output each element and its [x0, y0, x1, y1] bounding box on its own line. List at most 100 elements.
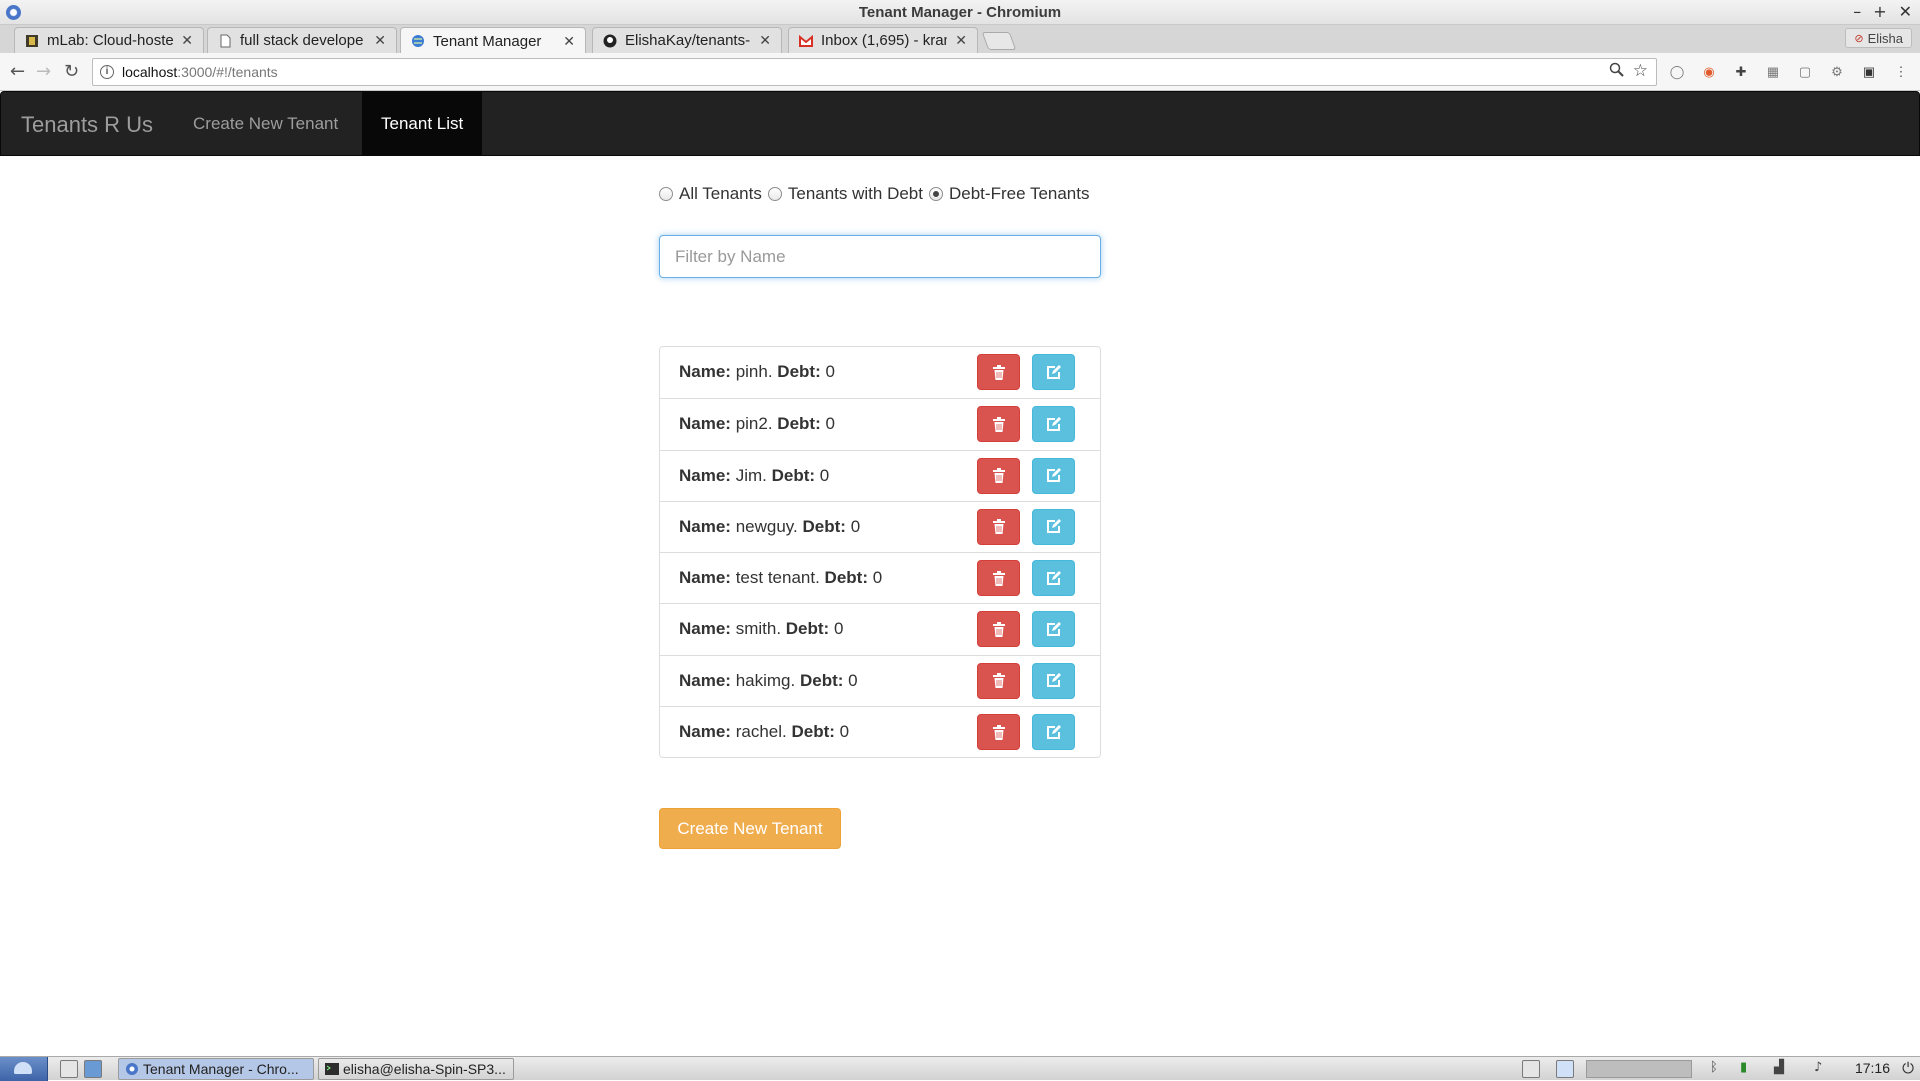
delete-tenant-button[interactable]	[977, 662, 1020, 699]
zoom-icon[interactable]	[1609, 62, 1624, 82]
task-terminal[interactable]: elisha@elisha-Spin-SP3...	[318, 1058, 514, 1080]
network-icon[interactable]: ▟	[1774, 1060, 1784, 1075]
bluetooth-icon[interactable]: ᛒ	[1710, 1060, 1718, 1075]
tab-mlab[interactable]: mLab: Cloud-hoste ✕	[14, 27, 204, 53]
tenant-list: Name: pinh. Debt: 0 Name: pin2. Debt: 0 Na…	[659, 346, 1101, 759]
tab-strip: mLab: Cloud-hoste ✕ full stack develope …	[0, 25, 1920, 54]
close-icon[interactable]: ✕	[955, 32, 967, 49]
nav-tenant-list[interactable]: Tenant List	[362, 92, 483, 155]
nav-create-new-tenant[interactable]: Create New Tenant	[174, 92, 357, 155]
debt-label: Debt:	[799, 670, 844, 690]
close-icon[interactable]: ✕	[563, 33, 575, 50]
maximize-button[interactable]: +	[1873, 2, 1886, 21]
back-arrow-icon[interactable]: ←	[10, 61, 25, 82]
name-label: Name:	[679, 722, 731, 742]
tab-gmail[interactable]: Inbox (1,695) - kram ✕	[788, 27, 978, 53]
extension-orange-icon[interactable]: ◉	[1700, 63, 1718, 81]
extension-p-icon[interactable]: ▣	[1860, 63, 1878, 81]
tenant-text: Name: Jim. Debt: 0	[679, 465, 830, 485]
tenant-name: pin2	[735, 414, 768, 434]
edit-icon	[1046, 468, 1061, 483]
radio-tenants-with-debt[interactable]	[767, 187, 782, 201]
tenant-row: Name: hakimg. Debt: 0	[660, 654, 1100, 706]
tenant-name: smith	[735, 619, 777, 639]
trash-icon	[992, 416, 1006, 432]
extension-square-icon[interactable]: ▢	[1796, 63, 1814, 81]
close-window-button[interactable]: ✕	[1899, 2, 1912, 21]
new-tab-button[interactable]	[981, 32, 1017, 50]
radio-all-tenants[interactable]	[659, 187, 673, 201]
navbar-brand[interactable]: Tenants R Us	[21, 112, 153, 138]
extension-circle-icon[interactable]: ◯	[1668, 63, 1686, 81]
forward-arrow-icon[interactable]: →	[36, 61, 51, 82]
desktop-icon[interactable]	[84, 1060, 102, 1078]
reload-icon[interactable]: ↻	[64, 61, 79, 82]
tenant-debt: 0	[848, 670, 858, 690]
profile-name: Elisha	[1867, 30, 1903, 46]
delete-tenant-button[interactable]	[977, 611, 1020, 648]
window-title: Tenant Manager - Chromium	[858, 4, 1062, 21]
chromium-tray-icon[interactable]	[1556, 1060, 1574, 1078]
tab-label: mLab: Cloud-hoste	[47, 32, 174, 49]
info-icon[interactable]: i	[100, 65, 114, 79]
tenant-debt: 0	[819, 465, 830, 485]
close-icon[interactable]: ✕	[759, 32, 771, 49]
globe-icon	[411, 34, 425, 48]
tenant-text: Name: pin2. Debt: 0	[679, 414, 835, 434]
tab-tenant-manager[interactable]: Tenant Manager ✕	[400, 27, 586, 54]
extension-gitzip-icon[interactable]: ▦	[1764, 63, 1782, 81]
window-controls: – + ✕	[1853, 2, 1912, 21]
debt-label: Debt:	[777, 414, 821, 434]
debt-filter-radios: All Tenants Tenants with Debt Debt-Free …	[659, 184, 1095, 204]
bookmark-star-icon[interactable]: ☆	[1633, 61, 1648, 81]
tab-full-stack[interactable]: full stack develope ✕	[207, 27, 397, 53]
address-bar[interactable]: i localhost:3000/#!/tenants ☆	[92, 58, 1657, 86]
extension-gear-icon[interactable]: ⚙	[1828, 63, 1846, 81]
edit-icon	[1046, 724, 1061, 740]
delete-tenant-button[interactable]	[977, 406, 1020, 443]
menu-dots-icon[interactable]: ⋮	[1892, 63, 1910, 81]
delete-tenant-button[interactable]	[977, 560, 1020, 597]
task-label: Tenant Manager - Chro...	[143, 1061, 299, 1077]
edit-tenant-button[interactable]	[1032, 354, 1075, 390]
tenant-debt: 0	[833, 619, 844, 639]
puzzle-icon[interactable]: ✚	[1732, 63, 1750, 81]
edit-tenant-button[interactable]	[1032, 457, 1075, 494]
chromium-icon	[126, 1063, 138, 1075]
debt-label: Debt:	[785, 619, 830, 639]
edit-tenant-button[interactable]	[1032, 662, 1075, 699]
radio-debt-free-tenants[interactable]	[929, 187, 943, 201]
delete-tenant-button[interactable]	[977, 714, 1020, 751]
volume-icon[interactable]: ♪	[1814, 1060, 1822, 1075]
tenant-row: Name: pinh. Debt: 0	[660, 347, 1100, 398]
battery-icon[interactable]: ▮	[1740, 1060, 1747, 1075]
task-tenant-manager[interactable]: Tenant Manager - Chro...	[118, 1058, 314, 1080]
edit-tenant-button[interactable]	[1032, 714, 1075, 751]
filter-by-name-input[interactable]	[659, 235, 1101, 278]
edit-tenant-button[interactable]	[1032, 611, 1075, 648]
power-icon[interactable]: ⏻	[1902, 1059, 1914, 1077]
edit-tenant-button[interactable]	[1032, 560, 1075, 597]
close-icon[interactable]: ✕	[374, 32, 386, 49]
tenant-row: Name: test tenant. Debt: 0	[660, 552, 1100, 603]
close-icon[interactable]: ✕	[181, 32, 193, 49]
tenant-text: Name: pinh. Debt: 0	[679, 362, 835, 381]
create-new-tenant-button[interactable]: Create New Tenant	[659, 808, 841, 849]
minimize-button[interactable]: –	[1853, 2, 1861, 21]
tab-github[interactable]: ElishaKay/tenants- ✕	[592, 27, 782, 53]
tenant-text: Name: hakimg. Debt: 0	[679, 670, 858, 690]
tenant-name: rachel	[735, 722, 783, 742]
delete-tenant-button[interactable]	[977, 508, 1020, 545]
start-menu-button[interactable]	[0, 1057, 48, 1081]
workspace-switcher[interactable]	[1586, 1060, 1692, 1078]
edit-tenant-button[interactable]	[1032, 406, 1075, 443]
profile-button[interactable]: ⊘ Elisha	[1845, 28, 1912, 48]
edit-tenant-button[interactable]	[1032, 508, 1075, 545]
mlab-icon	[25, 34, 39, 48]
file-manager-icon[interactable]	[60, 1060, 78, 1078]
document-icon	[218, 34, 232, 48]
delete-tenant-button[interactable]	[977, 457, 1020, 494]
window-list-icon[interactable]	[1522, 1060, 1540, 1078]
delete-tenant-button[interactable]	[977, 354, 1020, 390]
tenant-name: hakimg	[735, 670, 791, 690]
